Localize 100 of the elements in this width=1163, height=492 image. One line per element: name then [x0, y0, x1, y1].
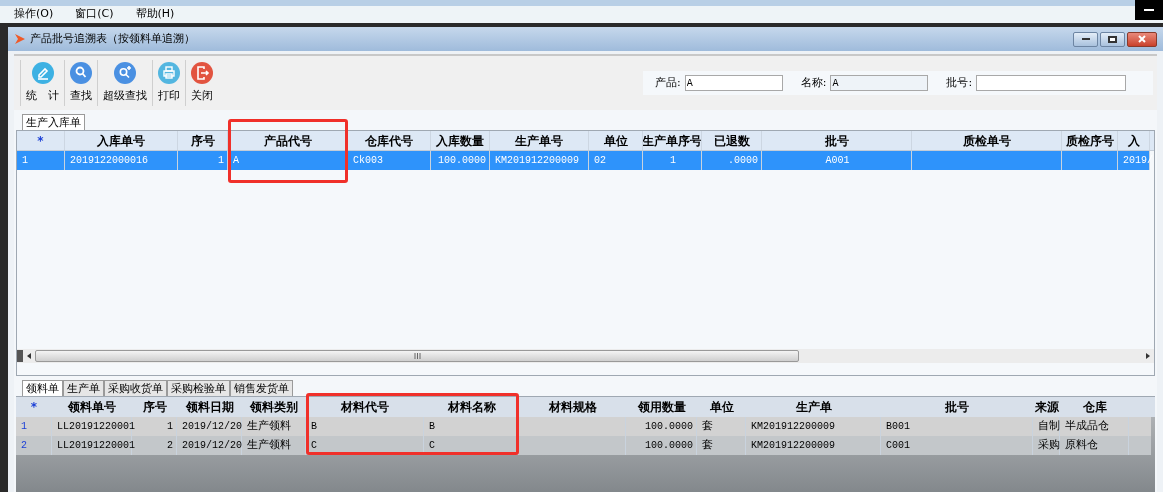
tab[interactable]: 采购收货单 — [104, 380, 167, 396]
column-header[interactable]: 领用数量 — [637, 398, 686, 416]
table-cell-text: A001 — [825, 154, 850, 168]
table-cell-text: 1 — [21, 420, 27, 434]
window-title: 产品批号追溯表（按领料单追溯） — [30, 30, 195, 47]
close-button[interactable] — [1127, 31, 1157, 47]
column-header[interactable]: 仓库代号 — [365, 131, 413, 150]
column-header[interactable]: 材料名称 — [447, 398, 496, 416]
table-cell-text: KM201912200009 — [751, 420, 835, 434]
menu-item[interactable]: 帮助(H) — [135, 6, 175, 23]
column-header[interactable]: 序号 — [142, 398, 167, 416]
table-cell-text: KM201912200009 — [495, 154, 579, 168]
horizontal-scrollbar[interactable] — [17, 349, 1154, 363]
tab[interactable]: 领料单 — [22, 380, 63, 396]
column-header[interactable]: 生产单 — [795, 398, 832, 416]
table-cell-text: 1 — [22, 154, 28, 168]
toolbar-button[interactable]: 超级查找 — [97, 60, 152, 106]
table-cell-text: 100.0000 — [438, 154, 486, 168]
search-plus-icon — [114, 62, 136, 84]
column-header[interactable]: * — [37, 131, 44, 150]
table-cell: 原料仓 — [1065, 437, 1098, 454]
table-cell-text: B — [311, 420, 317, 434]
toolbar-button[interactable]: 查找 — [64, 60, 97, 106]
table-cell-text: KM201912200009 — [751, 439, 835, 453]
column-header[interactable]: 来源 — [1034, 398, 1059, 416]
table-cell-text: 1 — [167, 420, 173, 434]
column-header[interactable]: 质检序号 — [1065, 131, 1114, 150]
table-cell-text: LL20191220001 — [57, 420, 135, 434]
column-header[interactable]: 产品代号 — [263, 131, 312, 150]
column-header[interactable]: * — [30, 398, 38, 416]
table-row[interactable]: 1 LL20191220001 1 2019/12/20 生产领料 B B 100.0000 套 KM201912200009 B001 自制 半成品仓 — [16, 417, 1151, 436]
tab[interactable]: 生产入库单 — [22, 114, 85, 130]
table-cell-text: 2 — [21, 439, 27, 453]
column-header[interactable]: 材料规格 — [548, 398, 597, 416]
close-icon — [1138, 35, 1146, 43]
filter-field[interactable]: A — [830, 75, 929, 91]
column-header[interactable]: 入库单号 — [97, 131, 145, 150]
table-cell-text: .0000 — [728, 154, 758, 168]
filter-field[interactable] — [976, 75, 1127, 91]
column-header[interactable]: 材料代号 — [341, 398, 389, 416]
toolbar-button[interactable]: 统 计 — [20, 60, 64, 106]
column-header[interactable]: 入库数量 — [436, 131, 484, 150]
column-header[interactable]: 质检单号 — [962, 131, 1011, 150]
table-cell-text: 1 — [218, 154, 224, 168]
column-header[interactable]: 单位 — [603, 131, 628, 150]
search-icon — [70, 62, 92, 84]
column-header[interactable]: 批号 — [824, 131, 849, 150]
app-logo-icon — [14, 33, 26, 45]
column-header[interactable]: 序号 — [190, 131, 215, 150]
column-header[interactable]: 入 — [1127, 131, 1140, 150]
minimize-button[interactable] — [1073, 31, 1098, 47]
table-cell-text: 2019/12/20 — [182, 439, 242, 453]
table-cell: 生产领料 — [247, 418, 291, 435]
table-cell: 自制 — [1038, 418, 1060, 435]
toolbar-button[interactable]: 打印 — [152, 60, 185, 106]
table-cell-text: 2019122000016 — [70, 154, 148, 168]
table-cell: 套 — [702, 418, 713, 435]
column-header[interactable]: 生产单号 — [515, 131, 563, 150]
maximize-button[interactable] — [1100, 31, 1125, 47]
table-cell-text: 02 — [594, 154, 606, 168]
column-header[interactable]: 领料单号 — [68, 398, 116, 416]
exit-icon — [191, 62, 213, 84]
table-row[interactable]: 2 LL20191220001 2 2019/12/20 生产领料 C C 100.0000 套 KM201912200009 C001 采购 原料仓 — [16, 436, 1151, 455]
scroll-left-icon[interactable] — [25, 352, 33, 360]
table-cell-text: C001 — [886, 439, 910, 453]
column-header[interactable]: 领料类别 — [250, 398, 298, 416]
scroll-grip-icon — [413, 353, 421, 359]
tab[interactable]: 采购检验单 — [167, 380, 230, 396]
table-cell-text: B001 — [886, 420, 910, 434]
filter-label: 产品: — [655, 74, 681, 91]
menu-item[interactable]: 窗口(C) — [75, 6, 114, 23]
toolbar-button[interactable]: 关闭 — [185, 60, 218, 106]
table-cell-text: 100.0000 — [645, 439, 693, 453]
column-header[interactable]: 单位 — [709, 398, 734, 416]
column-header[interactable]: 领料日期 — [185, 398, 234, 416]
scrollbar-stop — [17, 350, 23, 362]
menu-item[interactable]: 操作(O) — [14, 6, 54, 23]
table-cell-text: 1 — [670, 154, 676, 168]
filter-field[interactable]: A — [684, 75, 783, 91]
table-cell: 套 — [702, 437, 713, 454]
table-cell: 半成品仓 — [1065, 418, 1109, 435]
print-icon — [158, 62, 180, 84]
table-cell-text: Ck003 — [353, 154, 383, 168]
filter-label: 名称: — [800, 74, 827, 91]
table-cell: 采购 — [1038, 437, 1060, 454]
column-header[interactable]: 已退数 — [713, 131, 750, 150]
table-cell-text: A — [233, 154, 239, 168]
table-cell-text: 2 — [167, 439, 173, 453]
scroll-right-icon[interactable] — [1144, 352, 1152, 360]
tab[interactable]: 生产单 — [63, 380, 104, 396]
column-header[interactable]: 批号 — [945, 398, 969, 416]
pen-icon — [31, 62, 54, 84]
table-cell-text: B — [429, 420, 435, 434]
tab[interactable]: 销售发货单 — [230, 380, 293, 396]
table-cell-text: C — [429, 439, 435, 453]
column-header[interactable]: 仓库 — [1082, 398, 1107, 416]
table-cell-text: C — [311, 439, 317, 453]
table-cell-text: 100.0000 — [645, 420, 693, 434]
table-cell: 生产领料 — [247, 437, 291, 454]
table-cell-text: LL20191220001 — [57, 439, 135, 453]
